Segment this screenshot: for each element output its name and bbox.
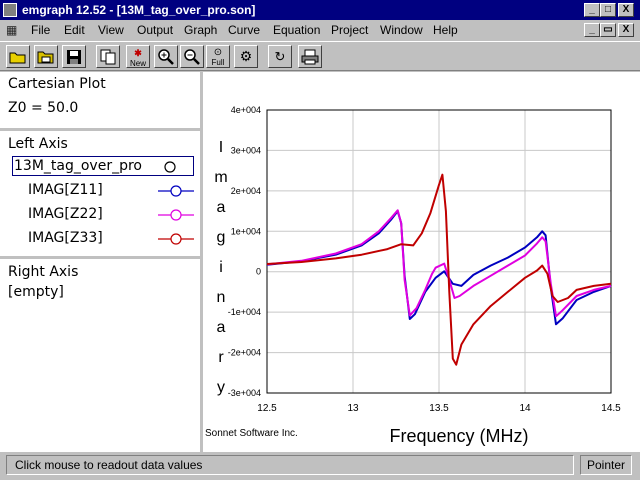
- y-tick-label: -2e+004: [228, 348, 261, 358]
- printer-icon: [301, 49, 319, 65]
- y-axis-label-letter: i: [219, 259, 223, 276]
- y-tick-label: -3e+004: [228, 388, 261, 398]
- refresh-button[interactable]: ↻: [268, 45, 292, 68]
- curve-marker-z33-icon: [158, 233, 194, 245]
- project-row[interactable]: 13M_tag_over_pro: [12, 156, 194, 176]
- status-message: Click mouse to readout data values: [6, 455, 574, 475]
- title-bar: emgraph 12.52 - [13M_tag_over_pro.son] _…: [0, 0, 640, 20]
- graph-area[interactable]: 12.5 13 13.5 14 14.5 -3e+004 -2e+004 -1e+004 0 1e…: [203, 72, 640, 452]
- close-button[interactable]: X: [618, 3, 634, 17]
- zoom-in-button[interactable]: [154, 45, 178, 68]
- z0-label: Z0 = 50.0: [8, 100, 79, 116]
- y-tick-label: -1e+004: [228, 307, 261, 317]
- curve-label-z11: IMAG[Z11]: [28, 182, 103, 198]
- curve-label-z33: IMAG[Z33]: [28, 230, 103, 246]
- window-title: emgraph 12.52 - [13M_tag_over_pro.son]: [22, 3, 256, 17]
- copy-button[interactable]: [96, 45, 120, 68]
- x-tick-label: 14: [519, 403, 531, 414]
- plot-type-label: Cartesian Plot: [8, 76, 106, 92]
- y-axis-label-letter: r: [218, 349, 224, 366]
- zoom-full-icon: ⊙: [213, 47, 223, 58]
- new-button[interactable]: ✱ New: [126, 45, 150, 68]
- zoom-full-button[interactable]: ⊙ Full: [206, 45, 230, 68]
- y-tick-label: 4e+004: [231, 105, 261, 115]
- save-button[interactable]: [62, 45, 86, 68]
- open-button[interactable]: [6, 45, 30, 68]
- x-tick-label: 13: [347, 403, 359, 414]
- project-marker-icon: [164, 161, 176, 173]
- zoom-in-icon: [158, 49, 174, 65]
- left-axis-label: Left Axis: [8, 136, 68, 152]
- curve-marker-z22-icon: [158, 209, 194, 221]
- maximize-button[interactable]: □: [600, 3, 616, 17]
- menu-edit[interactable]: Edit: [64, 23, 85, 37]
- y-axis-label-letter: a: [217, 199, 226, 216]
- y-axis-label-letter: a: [217, 319, 226, 336]
- zoom-settings-button[interactable]: ⚙: [234, 45, 258, 68]
- y-axis-label-letter: n: [217, 289, 226, 306]
- print-button[interactable]: [298, 45, 322, 68]
- right-axis-value: [empty]: [8, 284, 64, 300]
- curve-label-z22: IMAG[Z22]: [28, 206, 103, 222]
- chart-svg[interactable]: 12.5 13 13.5 14 14.5 -3e+004 -2e+004 -1e+004 0 1e…: [203, 72, 640, 452]
- zoom-out-icon: [184, 49, 200, 65]
- y-tick-label: 1e+004: [231, 226, 261, 236]
- new-icon: ✱: [134, 48, 142, 58]
- right-axis-label: Right Axis: [8, 264, 79, 280]
- x-tick-label: 12.5: [257, 403, 277, 414]
- menu-curve[interactable]: Curve: [228, 23, 260, 37]
- copy-icon: [100, 49, 116, 65]
- document-icon[interactable]: ▦: [6, 23, 20, 37]
- x-tick-label: 14.5: [601, 403, 621, 414]
- status-bar: Click mouse to readout data values Point…: [0, 452, 640, 480]
- folder-open-icon: [9, 52, 26, 64]
- app-icon[interactable]: [3, 3, 17, 17]
- menu-file[interactable]: File: [31, 23, 50, 37]
- menu-output[interactable]: Output: [137, 23, 173, 37]
- zoom-out-button[interactable]: [180, 45, 204, 68]
- menu-equation[interactable]: Equation: [273, 23, 320, 37]
- curve-marker-z11-icon: [158, 185, 194, 197]
- minimize-button[interactable]: _: [584, 3, 600, 17]
- legend-panel: Cartesian Plot Z0 = 50.0 Left Axis 13M_t…: [0, 72, 203, 452]
- mdi-restore-button[interactable]: ▭: [600, 23, 616, 37]
- refresh-icon: ↻: [274, 49, 286, 64]
- project-name: 13M_tag_over_pro: [14, 158, 142, 174]
- curve-row-z22[interactable]: IMAG[Z22]: [0, 204, 200, 226]
- menu-help[interactable]: Help: [433, 23, 458, 37]
- y-tick-label: 2e+004: [231, 186, 261, 196]
- zoom-full-button-label: Full: [211, 58, 225, 67]
- menu-view[interactable]: View: [98, 23, 124, 37]
- mdi-minimize-button[interactable]: _: [584, 23, 600, 37]
- curve-row-z11[interactable]: IMAG[Z11]: [0, 180, 200, 202]
- new-button-label: New: [129, 59, 146, 68]
- y-tick-label: 3e+004: [231, 145, 261, 155]
- mdi-close-button[interactable]: X: [618, 23, 634, 37]
- y-axis-label-letter: y: [217, 379, 225, 396]
- x-tick-label: 13.5: [429, 403, 449, 414]
- menu-project[interactable]: Project: [331, 23, 368, 37]
- watermark-label: Sonnet Software Inc.: [205, 428, 298, 439]
- folder-icon: [37, 51, 54, 64]
- separator: [0, 256, 200, 259]
- status-mode: Pointer: [580, 455, 632, 475]
- toolbar: ✱ New ⊙ Full ⚙ ↻: [0, 41, 640, 71]
- separator: [0, 128, 200, 131]
- x-axis-label: Frequency (MHz): [389, 426, 528, 446]
- y-axis-label-letter: g: [217, 229, 226, 246]
- save-icon: [67, 50, 81, 64]
- y-axis-label-letter: m: [214, 169, 227, 186]
- gear-zoom-icon: ⚙: [239, 48, 253, 64]
- open-multiple-button[interactable]: [34, 45, 58, 68]
- menu-graph[interactable]: Graph: [184, 23, 217, 37]
- y-tick-label: 0: [256, 267, 261, 277]
- y-axis-label-letter: I: [219, 139, 223, 156]
- menu-bar: ▦ File Edit View Output Graph Curve Equa…: [0, 20, 640, 40]
- menu-window[interactable]: Window: [380, 23, 423, 37]
- curve-row-z33[interactable]: IMAG[Z33]: [0, 228, 200, 250]
